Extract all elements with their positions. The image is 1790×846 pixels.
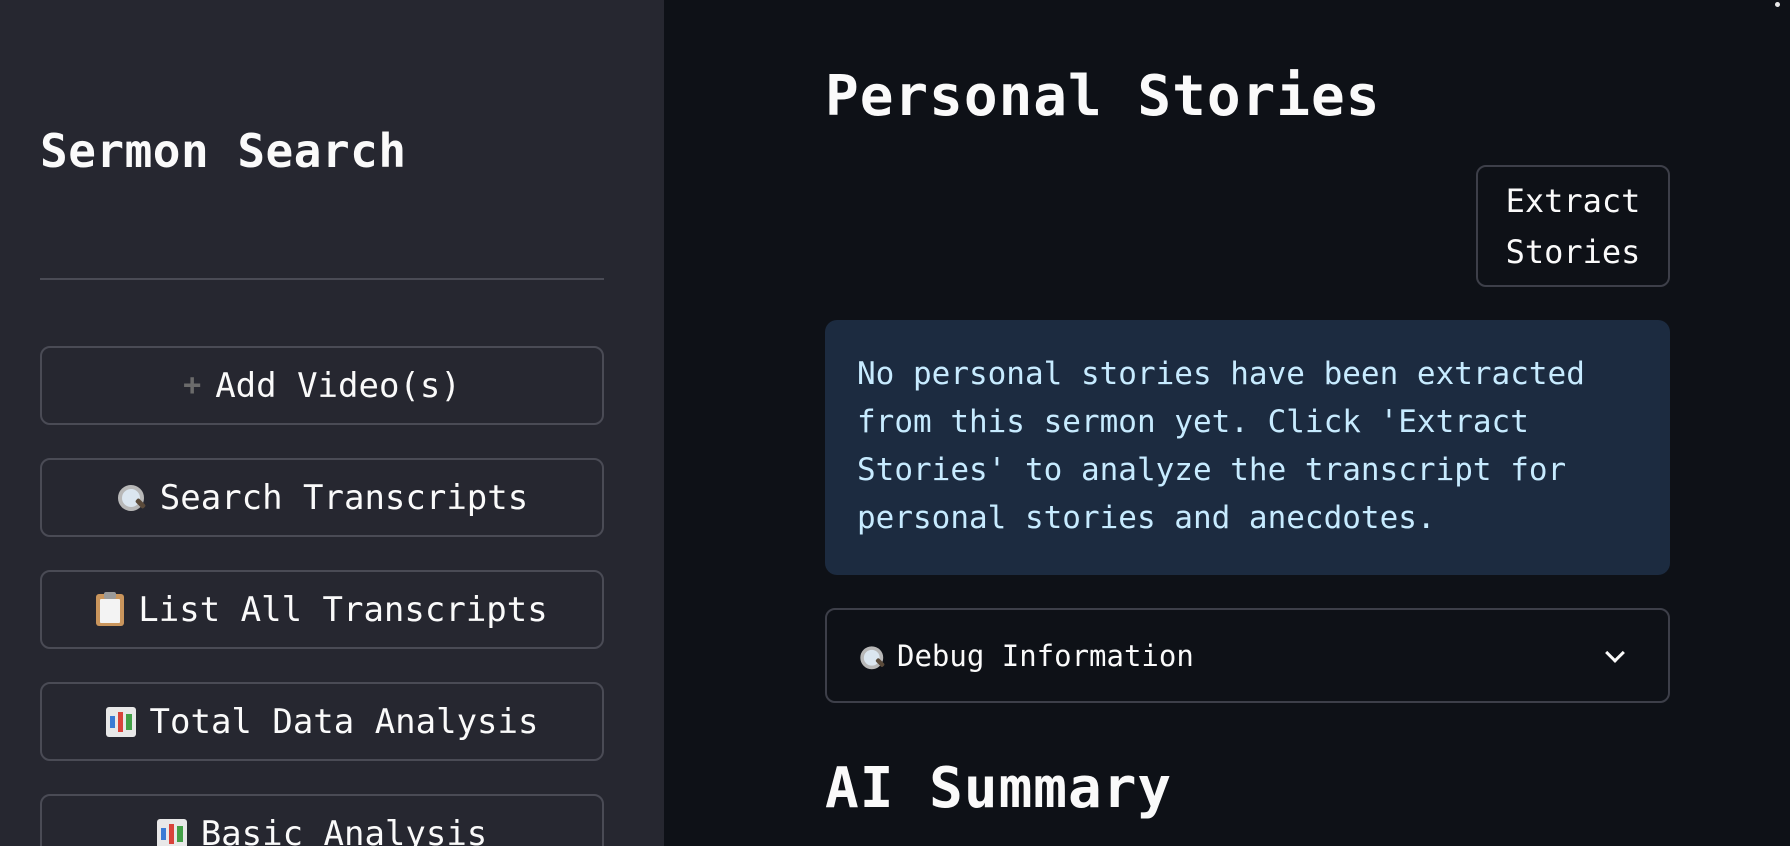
bar-chart-icon bbox=[156, 818, 187, 846]
basic-analysis-label: Basic Analysis bbox=[200, 813, 488, 846]
total-data-analysis-button[interactable]: Total Data Analysis bbox=[40, 682, 604, 761]
search-transcripts-button[interactable]: Search Transcripts bbox=[40, 458, 604, 537]
debug-information-label: Debug Information bbox=[897, 638, 1194, 673]
sidebar-divider bbox=[40, 278, 604, 280]
plus-icon: + bbox=[183, 368, 202, 403]
total-data-analysis-label: Total Data Analysis bbox=[149, 701, 539, 742]
info-alert: No personal stories have been extracted … bbox=[825, 320, 1670, 575]
magnifier-icon bbox=[116, 483, 146, 513]
add-video-button[interactable]: + Add Video(s) bbox=[40, 346, 604, 425]
list-transcripts-button[interactable]: List All Transcripts bbox=[40, 570, 604, 649]
page-title: Personal Stories bbox=[825, 64, 1381, 129]
bar-chart-icon bbox=[105, 706, 136, 737]
extract-stories-label-line1: Extract bbox=[1505, 182, 1641, 220]
list-transcripts-label: List All Transcripts bbox=[138, 589, 548, 630]
search-transcripts-label: Search Transcripts bbox=[159, 477, 529, 518]
main-content: Personal Stories Extract Stories No pers… bbox=[664, 0, 1790, 846]
app-window: Sermon Search + Add Video(s) Search Tran… bbox=[0, 0, 1790, 846]
extract-stories-label-line2: Stories bbox=[1505, 233, 1641, 271]
menu-dot-icon[interactable] bbox=[1775, 2, 1780, 7]
basic-analysis-button[interactable]: Basic Analysis bbox=[40, 794, 604, 846]
clipboard-icon bbox=[96, 591, 125, 626]
sidebar-title: Sermon Search bbox=[40, 124, 407, 178]
sidebar: Sermon Search + Add Video(s) Search Tran… bbox=[0, 0, 664, 846]
add-video-label: Add Video(s) bbox=[215, 365, 461, 406]
chevron-down-icon[interactable] bbox=[1605, 643, 1625, 663]
extract-stories-button[interactable]: Extract Stories bbox=[1476, 165, 1670, 287]
info-message: No personal stories have been extracted … bbox=[857, 356, 1585, 536]
magnifier-icon bbox=[859, 644, 884, 669]
debug-information-expander[interactable]: Debug Information bbox=[825, 608, 1670, 703]
ai-summary-heading: AI Summary bbox=[825, 756, 1173, 821]
